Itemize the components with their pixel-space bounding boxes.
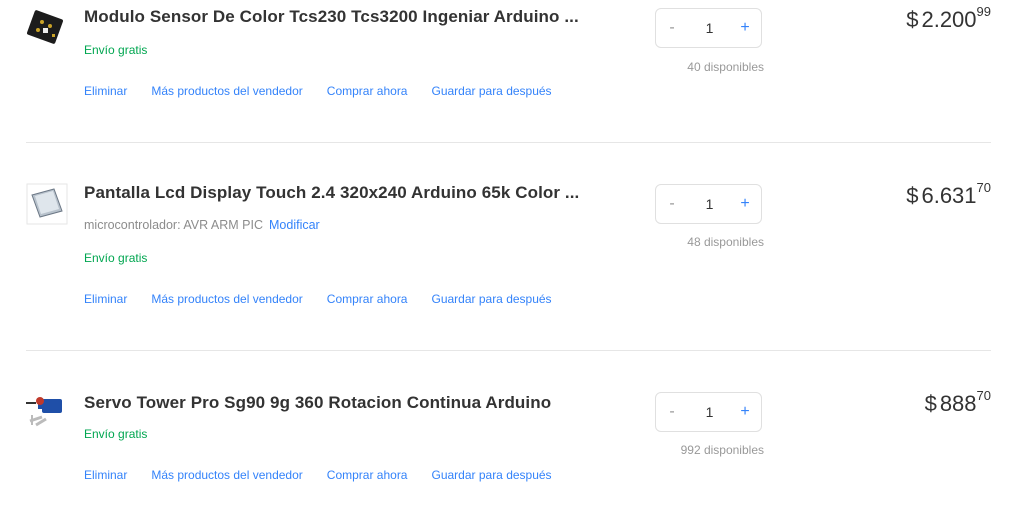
item-actions: Eliminar Más productos del vendedor Compra… <box>84 292 576 306</box>
stock-available: 48 disponibles <box>687 235 764 249</box>
quantity-value[interactable]: 1 <box>692 393 727 431</box>
quantity-stepper: - 1 + <box>655 184 762 224</box>
item-title[interactable]: Servo Tower Pro Sg90 9g 360 Rotacion Con… <box>84 393 584 413</box>
quantity-stepper: - 1 + <box>655 8 762 48</box>
cart-item: Modulo Sensor De Color Tcs230 Tcs3200 In… <box>26 0 991 143</box>
item-actions: Eliminar Más productos del vendedor Compra… <box>84 468 576 482</box>
cart-item: Pantalla Lcd Display Touch 2.4 320x240 A… <box>26 143 991 351</box>
remove-link[interactable]: Eliminar <box>84 292 127 306</box>
variant-label: microcontrolador: AVR ARM PIC <box>84 218 263 232</box>
save-for-later-link[interactable]: Guardar para después <box>431 292 551 306</box>
save-for-later-link[interactable]: Guardar para después <box>431 84 551 98</box>
quantity-value[interactable]: 1 <box>692 185 727 223</box>
price-integer: 2.200 <box>921 7 977 32</box>
currency-symbol: $ <box>924 391 937 416</box>
decrease-quantity-button[interactable]: - <box>658 185 686 223</box>
price-integer: 888 <box>939 391 977 416</box>
seller-products-link[interactable]: Más productos del vendedor <box>151 84 302 98</box>
item-price: $88870 <box>924 388 991 417</box>
currency-symbol: $ <box>906 7 919 32</box>
increase-quantity-button[interactable]: + <box>731 393 759 431</box>
free-shipping-label: Envío gratis <box>84 427 148 441</box>
item-title[interactable]: Modulo Sensor De Color Tcs230 Tcs3200 In… <box>84 7 584 27</box>
increase-quantity-button[interactable]: + <box>731 185 759 223</box>
seller-products-link[interactable]: Más productos del vendedor <box>151 468 302 482</box>
remove-link[interactable]: Eliminar <box>84 468 127 482</box>
sensor-board-icon[interactable] <box>26 8 68 50</box>
item-title[interactable]: Pantalla Lcd Display Touch 2.4 320x240 A… <box>84 183 584 203</box>
item-price: $2.20099 <box>906 4 991 33</box>
quantity-stepper: - 1 + <box>655 392 762 432</box>
item-variant: microcontrolador: AVR ARM PIC Modificar <box>84 218 320 232</box>
buy-now-link[interactable]: Comprar ahora <box>327 468 408 482</box>
save-for-later-link[interactable]: Guardar para después <box>431 468 551 482</box>
servo-motor-icon[interactable] <box>26 391 68 433</box>
increase-quantity-button[interactable]: + <box>731 9 759 47</box>
currency-symbol: $ <box>906 183 919 208</box>
price-cents: 70 <box>976 388 991 403</box>
item-actions: Eliminar Más productos del vendedor Compra… <box>84 84 576 98</box>
free-shipping-label: Envío gratis <box>84 43 148 57</box>
stock-available: 40 disponibles <box>687 60 764 74</box>
free-shipping-label: Envío gratis <box>84 251 148 265</box>
item-price: $6.63170 <box>906 180 991 209</box>
buy-now-link[interactable]: Comprar ahora <box>327 84 408 98</box>
decrease-quantity-button[interactable]: - <box>658 9 686 47</box>
stock-available: 992 disponibles <box>680 443 764 457</box>
price-cents: 99 <box>976 4 991 19</box>
price-integer: 6.631 <box>921 183 977 208</box>
lcd-display-icon[interactable] <box>26 183 68 225</box>
price-cents: 70 <box>976 180 991 195</box>
cart-item: Servo Tower Pro Sg90 9g 360 Rotacion Con… <box>26 351 991 508</box>
decrease-quantity-button[interactable]: - <box>658 393 686 431</box>
buy-now-link[interactable]: Comprar ahora <box>327 292 408 306</box>
seller-products-link[interactable]: Más productos del vendedor <box>151 292 302 306</box>
remove-link[interactable]: Eliminar <box>84 84 127 98</box>
modify-variant-link[interactable]: Modificar <box>269 218 320 232</box>
quantity-value[interactable]: 1 <box>692 9 727 47</box>
